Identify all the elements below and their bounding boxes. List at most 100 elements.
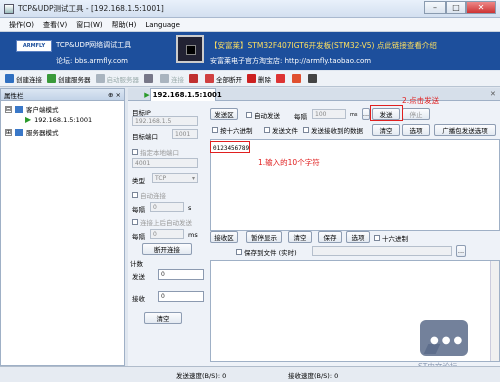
status-bar: 发送速度(B/S): 0 接收速度(B/S): 0 bbox=[0, 366, 500, 382]
maximize-button[interactable]: □ bbox=[446, 1, 466, 14]
panel-pin-close-icon[interactable]: ⊕ × bbox=[108, 91, 121, 99]
recv-options-button[interactable]: 选项 bbox=[346, 231, 370, 243]
title-bar: TCP&UDP测试工具 - [192.168.1.5:1001] – □ ✕ bbox=[0, 0, 500, 18]
clear-counter-button[interactable]: 清空 bbox=[144, 312, 182, 324]
tree-label: 服务器模式 bbox=[26, 129, 59, 137]
toolbar-create-connection-button[interactable]: 创建连接 bbox=[5, 74, 42, 84]
clear-recv-button[interactable]: 清空 bbox=[288, 231, 312, 243]
browse-file-button[interactable]: ... bbox=[456, 245, 466, 257]
local-port-field[interactable]: 4001 bbox=[132, 158, 198, 168]
recv-scrollbar[interactable] bbox=[490, 261, 499, 361]
send-textarea[interactable]: 0123456789 bbox=[210, 139, 500, 231]
recv-hex-checkbox[interactable]: 十六进制 bbox=[374, 233, 408, 243]
connected-icon: ▶ bbox=[144, 91, 150, 99]
send-count-field: 0 bbox=[158, 269, 204, 280]
broadcast-options-button[interactable]: 广播包发送选项 bbox=[434, 124, 496, 136]
menu-window[interactable]: 窗口(W) bbox=[76, 20, 102, 30]
menu-bar: 操作(O) 查看(V) 窗口(W) 帮助(H) Language bbox=[0, 18, 500, 32]
connect-icon bbox=[160, 74, 169, 83]
input-highlight-box bbox=[210, 141, 250, 153]
tree-label: 192.168.1.5:1001 bbox=[34, 115, 93, 124]
minimize-button[interactable]: – bbox=[424, 1, 446, 14]
toolbar-label: 启动服务器 bbox=[106, 75, 140, 84]
type-label: 类型 bbox=[132, 177, 145, 185]
send-received-checkbox[interactable]: 发送接收到的数据 bbox=[303, 125, 363, 135]
stop-button[interactable]: 停止 bbox=[402, 108, 430, 120]
send-options-button[interactable]: 选项 bbox=[402, 124, 430, 136]
tab-connection[interactable]: ▶ 192.168.1.5:1001 bbox=[144, 88, 222, 101]
dev-board-image bbox=[176, 35, 204, 63]
toolbar-delete-button[interactable]: 删除 bbox=[247, 74, 271, 84]
local-port-checkbox[interactable]: 指定本地端口 bbox=[132, 147, 179, 157]
tree-item-connection[interactable]: ▶ 192.168.1.5:1001 bbox=[25, 115, 92, 124]
auto-send-interval-field[interactable]: 0 bbox=[150, 229, 184, 239]
settings-icon bbox=[144, 74, 153, 83]
checkbox-label: 自动发送 bbox=[254, 112, 280, 120]
menu-help[interactable]: 帮助(H) bbox=[112, 20, 137, 30]
reconnect-interval-field[interactable]: 0 bbox=[150, 202, 184, 212]
send-file-checkbox[interactable]: 发送文件 bbox=[264, 125, 298, 135]
expand-icon[interactable]: ⊞ bbox=[5, 128, 12, 136]
send-speed: 发送速度(B/S): 0 bbox=[176, 372, 227, 380]
menu-view[interactable]: 查看(V) bbox=[43, 20, 67, 30]
recv-count-field: 0 bbox=[158, 291, 204, 302]
send-interval-unit: ms bbox=[350, 112, 358, 118]
save-recv-button[interactable]: 保存 bbox=[318, 231, 342, 243]
pause-display-button[interactable]: 暂停显示 bbox=[246, 231, 282, 243]
chevron-down-icon: ▾ bbox=[191, 174, 195, 182]
counter-title: 计数 bbox=[130, 260, 143, 268]
tree-item-client-mode[interactable]: ⊟ 客户端模式 bbox=[5, 104, 59, 114]
target-ip-field[interactable]: 192.168.1.5 bbox=[132, 116, 198, 126]
toolbar-start-server-button[interactable]: 启动服务器 bbox=[95, 74, 140, 84]
auto-send-after-connect-checkbox[interactable]: 连接上后自动发送 bbox=[132, 217, 192, 227]
toolbar-label: 创建服务器 bbox=[58, 75, 91, 84]
clear-send-button[interactable]: 清空 bbox=[372, 124, 400, 136]
save-to-file-checkbox[interactable]: 保存到文件 (实时) bbox=[236, 247, 297, 257]
disconnect-icon bbox=[189, 74, 198, 83]
checkbox-label: 指定本地端口 bbox=[140, 149, 179, 157]
toolbar-connect-button[interactable]: 连接 bbox=[160, 74, 184, 84]
collapse-icon[interactable]: ⊟ bbox=[5, 105, 12, 113]
toolbar-delete-all-button[interactable] bbox=[276, 74, 287, 83]
property-panel-header: 属性栏 ⊕ × bbox=[1, 89, 124, 101]
toolbar-label: 连接 bbox=[171, 75, 184, 84]
send-interval-label: 每隔 bbox=[294, 113, 307, 121]
record-icon bbox=[292, 74, 301, 83]
interval-unit: ms bbox=[188, 231, 198, 239]
type-select[interactable]: TCP ▾ bbox=[152, 173, 198, 183]
target-port-field[interactable]: 1001 bbox=[172, 129, 198, 139]
toolbar-record-button[interactable] bbox=[292, 74, 303, 83]
browse-button[interactable]: ... bbox=[362, 108, 370, 120]
toolbar-disconnect-all-button[interactable]: 全部断开 bbox=[205, 74, 242, 84]
banner-shop-link[interactable]: 安富莱电子官方淘宝店: http://armfly.taobao.com bbox=[210, 56, 371, 66]
checkbox-label: 发送接收到的数据 bbox=[311, 127, 363, 135]
checkbox-label: 发送文件 bbox=[272, 127, 298, 135]
banner-forum-link[interactable]: 论坛: bbs.armfly.com bbox=[56, 56, 128, 66]
menu-operate[interactable]: 操作(O) bbox=[9, 20, 34, 30]
close-button[interactable]: ✕ bbox=[466, 1, 496, 14]
menu-language[interactable]: Language bbox=[145, 21, 180, 29]
interval-unit: s bbox=[188, 204, 192, 212]
banner-ad-line[interactable]: 【安富莱】STM32F407IGT6开发板(STM32-V5) 点此链接查看介绍 bbox=[210, 40, 437, 51]
toolbar-create-server-button[interactable]: 创建服务器 bbox=[47, 74, 91, 84]
window-title: TCP&UDP测试工具 - [192.168.1.5:1001] bbox=[18, 4, 164, 13]
banner-app-name: TCP&UDP网络调试工具 bbox=[56, 41, 132, 49]
tab-close-icon[interactable]: ✕ bbox=[490, 90, 496, 98]
auto-send-checkbox[interactable]: 自动发送 bbox=[246, 110, 280, 120]
disconnect-button[interactable]: 断开连接 bbox=[142, 243, 192, 255]
delete-icon bbox=[247, 74, 256, 83]
tab-label: 192.168.1.5:1001 bbox=[152, 91, 222, 99]
tree-item-server-mode[interactable]: ⊞ 服务器模式 bbox=[5, 127, 59, 137]
send-count-label: 发送 bbox=[132, 273, 145, 281]
toolbar-disconnect-button[interactable] bbox=[189, 74, 200, 83]
save-file-path-field[interactable] bbox=[312, 246, 452, 256]
recv-count-label: 接收 bbox=[132, 295, 145, 303]
send-interval-field[interactable]: 100 bbox=[312, 109, 346, 119]
toolbar-help-button[interactable] bbox=[308, 74, 319, 83]
toolbar-settings-button[interactable] bbox=[144, 74, 155, 83]
toolbar: 创建连接 创建服务器 启动服务器 连接 全部断开 删除 bbox=[0, 71, 500, 87]
send-hex-checkbox[interactable]: 按十六进制 bbox=[212, 125, 253, 135]
send-area-section: 发送区 bbox=[210, 108, 238, 120]
checkbox-label: 按十六进制 bbox=[220, 127, 253, 135]
auto-connect-checkbox[interactable]: 自动连接 bbox=[132, 190, 166, 200]
